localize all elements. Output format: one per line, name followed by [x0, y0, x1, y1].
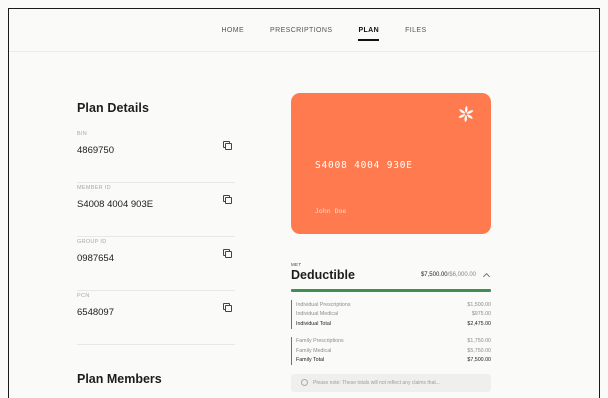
field-value: S4008 4004 903E: [77, 199, 154, 210]
pinwheel-logo-icon: [458, 105, 474, 123]
row-value: $2,475.00: [467, 320, 491, 327]
info-icon: [301, 379, 308, 386]
field-label: BIN: [77, 131, 88, 137]
deductible-status: MET: [291, 262, 302, 267]
plan-details-section: Plan Details BIN 4869750 MEMBER ID S4008…: [77, 101, 235, 345]
field-label: PCN: [77, 293, 90, 299]
field-value: 0987654: [77, 253, 114, 264]
breakdown-row: Family Prescriptions $1,750.00: [296, 337, 491, 347]
row-value: $7,500.00: [467, 357, 491, 364]
card-holder: John Doe: [315, 207, 347, 215]
row-label: Family Total: [296, 357, 325, 364]
breakdown-row: Individual Prescriptions $1,500.00: [296, 300, 491, 310]
deductible-progress-bar: [291, 289, 491, 292]
copy-icon[interactable]: [223, 303, 232, 312]
breakdown-row: Family Medical $5,750.00: [296, 346, 491, 356]
deductible-amount-value: $7,500.00: [420, 272, 448, 278]
nav-plan[interactable]: PLAN: [358, 23, 379, 41]
field-value: 4869750: [77, 145, 114, 156]
field-label: MEMBER ID: [77, 185, 111, 191]
row-label: Individual Prescriptions: [296, 301, 351, 308]
deductible-section: MET Deductible $7,500.00/$6,000.00 Indiv…: [291, 262, 491, 392]
top-nav: HOME PRESCRIPTIONS PLAN FILES: [9, 9, 599, 52]
row-label: Individual Total: [296, 320, 331, 327]
field-bin: BIN 4869750: [77, 131, 235, 183]
field-pcn: PCN 6548097: [77, 293, 235, 345]
note-text: Please note: These totals will not refle…: [313, 380, 440, 386]
family-breakdown: Family Prescriptions $1,750.00 Family Med…: [291, 336, 491, 366]
field-group-id: GROUP ID 0987654: [77, 239, 235, 291]
copy-icon[interactable]: [223, 141, 232, 150]
deductible-note: Please note: These totals will not refle…: [291, 374, 491, 392]
deductible-limit: /$6,000.00: [447, 272, 476, 278]
deductible-header[interactable]: Deductible $7,500.00/$6,000.00: [291, 268, 491, 282]
copy-icon[interactable]: [223, 195, 232, 204]
row-label: Family Medical: [296, 347, 332, 354]
card-number: S4008 4004 930E: [315, 160, 413, 171]
deductible-title: Deductible: [291, 268, 355, 282]
row-value: $975.00: [471, 311, 491, 318]
row-value: $1,500.00: [467, 301, 491, 308]
nav-home[interactable]: HOME: [221, 23, 244, 38]
deductible-amount: $7,500.00/$6,000.00: [421, 272, 476, 278]
nav-files[interactable]: FILES: [405, 23, 426, 38]
row-value: $1,750.00: [467, 338, 491, 345]
breakdown-row-total: Individual Total $2,475.00: [296, 319, 491, 329]
individual-breakdown: Individual Prescriptions $1,500.00 Indivi…: [291, 300, 491, 329]
nav-prescriptions[interactable]: PRESCRIPTIONS: [270, 23, 332, 38]
row-value: $5,750.00: [467, 347, 491, 354]
plan-details-title: Plan Details: [77, 101, 150, 115]
breakdown-row: Individual Medical $975.00: [296, 310, 491, 320]
breakdown-row-total: Family Total $7,500.00: [296, 356, 491, 366]
app-frame: HOME PRESCRIPTIONS PLAN FILES Plan Detai…: [8, 8, 600, 398]
field-value: 6548097: [77, 307, 114, 318]
member-card: S4008 4004 930E John Doe: [291, 93, 491, 234]
copy-icon[interactable]: [223, 249, 232, 258]
field-label: GROUP ID: [77, 239, 107, 245]
field-member-id: MEMBER ID S4008 4004 903E: [77, 185, 235, 237]
chevron-up-icon[interactable]: [483, 271, 491, 279]
plan-members-title: Plan Members: [77, 372, 162, 386]
row-label: Individual Medical: [296, 311, 339, 318]
row-label: Family Prescriptions: [296, 338, 344, 345]
